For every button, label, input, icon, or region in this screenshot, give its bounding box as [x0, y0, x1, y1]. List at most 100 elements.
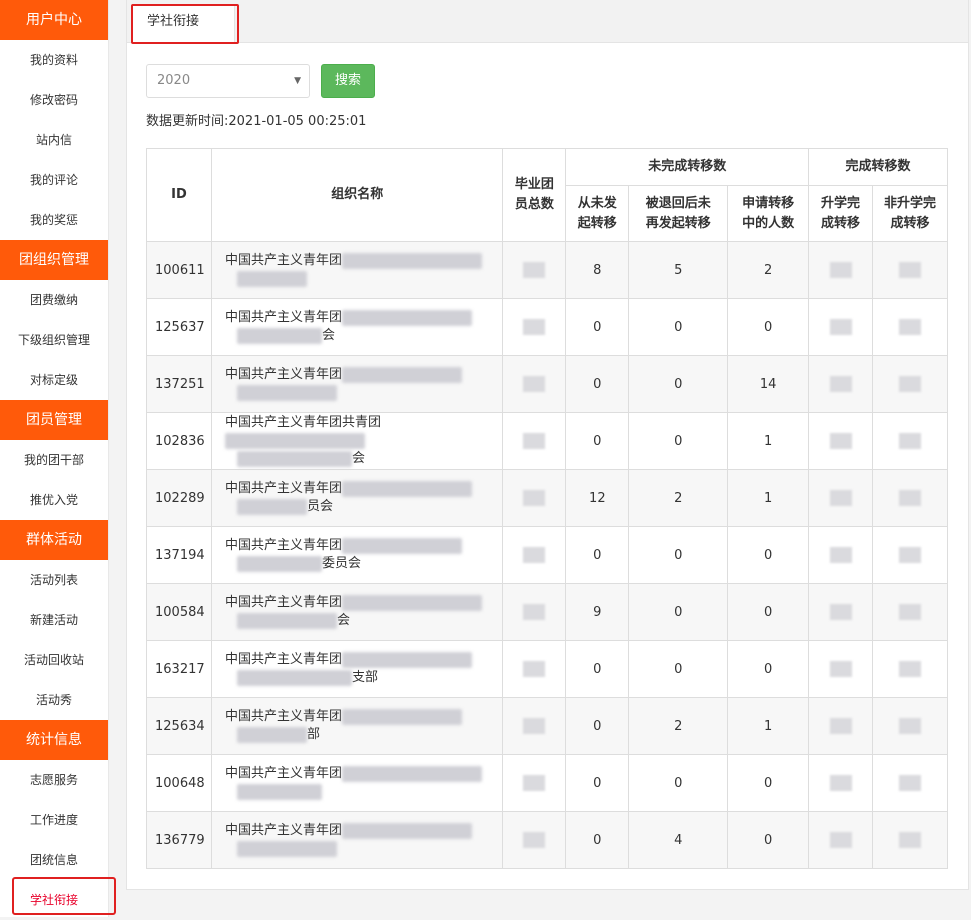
sidebar-section-statistics[interactable]: 统计信息: [0, 720, 108, 760]
col-header-returned-label: 被退回后未再发起转移: [645, 195, 711, 231]
cell-org: 中国共产主义青年团 员会: [210, 469, 504, 527]
cell-non-school: [872, 754, 948, 812]
cell-total: [502, 355, 567, 413]
cell-total: [502, 754, 567, 812]
org-name-suffix: 委员会: [321, 556, 361, 571]
cell-not-started: 0: [565, 298, 630, 356]
cell-not-started: 0: [565, 697, 630, 755]
org-name-line1: 中国共产主义青年团: [224, 766, 342, 781]
cell-applying: 0: [727, 640, 810, 698]
table-row: 100611 中国共产主义青年团 8 5 2: [146, 241, 948, 299]
redacted-block: [829, 604, 852, 620]
sidebar-item-league-stats[interactable]: 团统信息: [0, 840, 108, 880]
redacted-block: [523, 775, 546, 791]
sidebar-item-cadres[interactable]: 我的团干部: [0, 440, 108, 480]
sidebar-item-inbox[interactable]: 站内信: [0, 120, 108, 160]
col-group-incomplete: 未完成转移数: [565, 148, 810, 186]
cell-not-started: 0: [565, 526, 630, 584]
redacted-block: [899, 433, 921, 449]
cell-applying: 0: [727, 811, 810, 869]
cell-total: [502, 526, 567, 584]
cell-applying: 2: [727, 241, 810, 299]
sidebar-section-activities[interactable]: 群体活动: [0, 520, 108, 560]
cell-school: [808, 583, 873, 641]
redacted-block: [899, 262, 921, 278]
cell-org: 中国共产主义青年团共青团会: [210, 412, 504, 470]
cell-school: [808, 298, 873, 356]
org-name-suffix: 支部: [351, 670, 378, 685]
cell-non-school: [872, 583, 948, 641]
cell-school: [808, 469, 873, 527]
sidebar-section-user-center[interactable]: 用户中心: [0, 0, 108, 40]
sidebar-item-activity-list[interactable]: 活动列表: [0, 560, 108, 600]
cell-non-school: [872, 412, 948, 470]
cell-applying: 1: [727, 697, 810, 755]
redacted-block: [236, 840, 337, 857]
sidebar-item-change-password[interactable]: 修改密码: [0, 80, 108, 120]
table-row: 102836 中国共产主义青年团共青团会 0 0 1: [146, 412, 948, 470]
cell-non-school: [872, 469, 948, 527]
sidebar-item-my-comments[interactable]: 我的评论: [0, 160, 108, 200]
redacted-block: [899, 376, 921, 392]
cell-not-started: 0: [565, 640, 630, 698]
cell-id: 136779: [146, 811, 212, 869]
redacted-block: [236, 450, 352, 467]
redacted-block: [236, 384, 337, 401]
table-row: 102289 中国共产主义青年团 员会 12 2 1: [146, 469, 948, 527]
sidebar-item-dues[interactable]: 团费缴纳: [0, 280, 108, 320]
sidebar-item-progress[interactable]: 工作进度: [0, 800, 108, 840]
sidebar-item-activity-show[interactable]: 活动秀: [0, 680, 108, 720]
cell-org: 中国共产主义青年团部: [210, 697, 504, 755]
sidebar-item-new-activity[interactable]: 新建活动: [0, 600, 108, 640]
col-header-school-label: 升学完成转移: [821, 195, 861, 231]
cell-id: 100611: [146, 241, 212, 299]
org-name-line2: [225, 270, 502, 288]
cell-id: 125634: [146, 697, 212, 755]
cell-id: 137251: [146, 355, 212, 413]
cell-org: 中国共产主义青年团: [210, 754, 504, 812]
redacted-block: [899, 547, 921, 563]
redacted-block: [236, 555, 322, 572]
sidebar-section-member-management[interactable]: 团员管理: [0, 400, 108, 440]
sidebar-item-grading[interactable]: 对标定级: [0, 360, 108, 400]
cell-returned: 0: [628, 355, 729, 413]
sidebar-section-org-management[interactable]: 团组织管理: [0, 240, 108, 280]
cell-not-started: 9: [565, 583, 630, 641]
redacted-block: [829, 661, 852, 677]
cell-id: 163217: [146, 640, 212, 698]
sidebar-item-transfer[interactable]: 学社衔接: [0, 877, 116, 920]
cell-total: [502, 583, 567, 641]
cell-not-started: 8: [565, 241, 630, 299]
redacted-block: [899, 661, 921, 677]
redacted-block: [224, 432, 365, 449]
col-header-total: 毕业团员总数: [502, 148, 567, 242]
cell-id: 125637: [146, 298, 212, 356]
sidebar-item-my-profile[interactable]: 我的资料: [0, 40, 108, 80]
redacted-block: [236, 669, 352, 686]
col-header-non-school: 非升学完成转移: [872, 185, 948, 242]
redacted-block: [341, 480, 472, 497]
redacted-block: [829, 262, 852, 278]
sidebar-item-my-rewards[interactable]: 我的奖惩: [0, 200, 108, 240]
cell-returned: 0: [628, 412, 729, 470]
cell-id: 102836: [146, 412, 212, 470]
cell-not-started: 0: [565, 811, 630, 869]
sidebar-item-activity-recycle[interactable]: 活动回收站: [0, 640, 108, 680]
cell-org: 中国共产主义青年团会: [210, 298, 504, 356]
org-name-line2: [225, 384, 502, 402]
cell-applying: 0: [727, 526, 810, 584]
sidebar-item-volunteer[interactable]: 志愿服务: [0, 760, 108, 800]
cell-non-school: [872, 241, 948, 299]
redacted-block: [899, 775, 921, 791]
sidebar-item-recommend[interactable]: 推优入党: [0, 480, 108, 520]
cell-total: [502, 811, 567, 869]
sidebar-item-sub-orgs[interactable]: 下级组织管理: [0, 320, 108, 360]
col-header-total-label: 毕业团员总数: [514, 177, 554, 212]
redacted-block: [341, 366, 462, 383]
cell-id: 100648: [146, 754, 212, 812]
redacted-block: [523, 718, 546, 734]
year-select[interactable]: 2020 ▼: [146, 64, 310, 98]
org-name-suffix: 会: [336, 613, 350, 628]
org-name-line1: 中国共产主义青年团: [224, 538, 342, 553]
search-button[interactable]: 搜索: [321, 64, 375, 98]
